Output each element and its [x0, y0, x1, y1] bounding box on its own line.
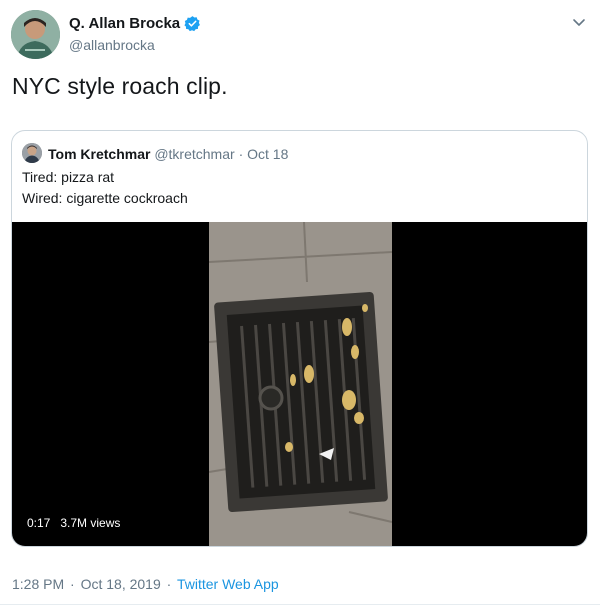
quoted-tweet-card[interactable]: Tom Kretchmar @tkretchmar · Oct 18 Tired… [11, 130, 588, 547]
quoted-text-line-1: Tired: pizza rat [22, 169, 115, 185]
timestamp-separator: · [70, 576, 75, 592]
tweet-time[interactable]: 1:28 PM [12, 576, 64, 592]
author-handle[interactable]: @allanbrocka [69, 37, 155, 53]
tweet-text: NYC style roach clip. [12, 73, 228, 99]
video-player[interactable]: 0:17 3.7M views [12, 222, 587, 546]
author-name-row[interactable]: Q. Allan Brocka [69, 15, 201, 32]
divider [0, 604, 600, 605]
tweet-timestamp: 1:28 PM · Oct 18, 2019 · Twitter Web App [12, 576, 279, 592]
timestamp-separator-2: · [166, 576, 172, 592]
quoted-date[interactable]: Oct 18 [247, 146, 288, 162]
video-duration: 0:17 [27, 516, 51, 530]
quoted-author-name[interactable]: Tom Kretchmar [48, 146, 150, 162]
quoted-author-handle[interactable]: @tkretchmar [154, 146, 234, 162]
author-avatar[interactable] [11, 10, 60, 59]
quoted-separator: · [238, 146, 244, 162]
source-app-link[interactable]: Twitter Web App [177, 576, 279, 592]
author-name[interactable]: Q. Allan Brocka [69, 15, 180, 32]
quoted-author-avatar[interactable] [22, 143, 42, 163]
tweet-date[interactable]: Oct 18, 2019 [81, 576, 161, 592]
video-frame [209, 222, 392, 546]
chevron-down-icon[interactable] [571, 14, 587, 30]
video-views: 3.7M views [60, 516, 121, 530]
quoted-text-line-2: Wired: cigarette cockroach [22, 190, 188, 206]
verified-badge-icon [184, 16, 201, 32]
quoted-header: Tom Kretchmar @tkretchmar · Oct 18 [48, 146, 288, 162]
video-info-badge: 0:17 3.7M views [21, 513, 127, 533]
